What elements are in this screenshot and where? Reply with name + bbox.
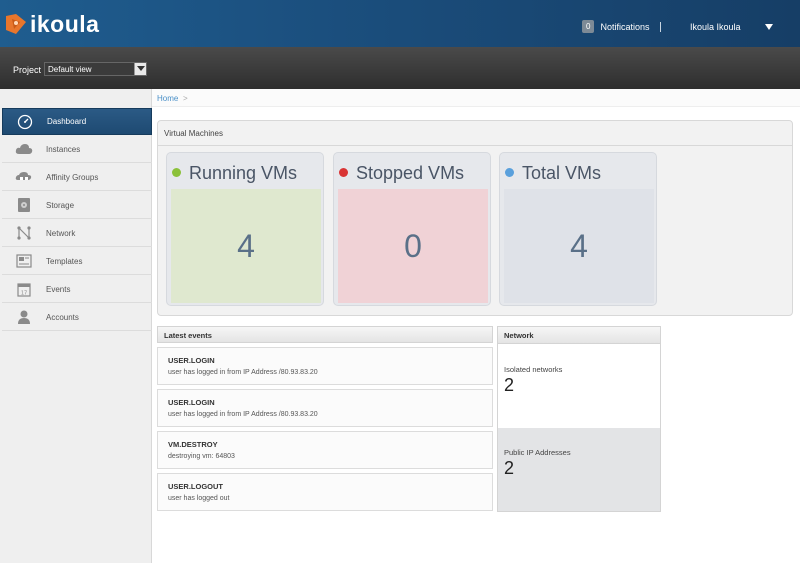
affinity-icon [15, 168, 33, 186]
status-dot-icon [505, 168, 514, 177]
sidebar-item-label: Accounts [46, 312, 79, 322]
card-title: Stopped VMs [356, 163, 465, 183]
panel-header: Network [498, 327, 660, 344]
panel-header: Latest events [157, 326, 493, 343]
card-value: 0 [404, 227, 422, 264]
logo[interactable]: ikoula [4, 8, 99, 40]
breadcrumb-separator: > [183, 94, 188, 103]
sidebar-item-label: Events [46, 284, 71, 294]
total-vms-card[interactable]: Total VMs 4 [499, 152, 657, 306]
event-title: USER.LOGOUT [168, 482, 224, 491]
user-menu-name[interactable]: Ikoula Ikoula [690, 22, 741, 32]
cloud-icon [15, 140, 33, 158]
block-value: 2 [504, 375, 515, 395]
sidebar-item-affinity-groups[interactable]: Affinity Groups [2, 164, 152, 191]
card-value-box: 4 [504, 189, 654, 303]
panel-title: Network [504, 331, 534, 340]
notifications-label: Notifications [600, 21, 650, 32]
block-label: Isolated networks [504, 365, 563, 374]
sidebar-item-accounts[interactable]: Accounts [2, 304, 152, 331]
event-description: user has logged in from IP Address /80.9… [168, 369, 318, 376]
svg-text:17: 17 [21, 291, 27, 297]
block-label: Public IP Addresses [504, 448, 571, 457]
sidebar-item-label: Instances [46, 144, 81, 154]
card-value: 4 [570, 227, 588, 264]
sidebar: Dashboard Instances Affinity Groups Stor… [0, 89, 152, 563]
chevron-down-icon[interactable] [134, 63, 146, 75]
notifications-button[interactable]: 0 Notifications [582, 20, 649, 33]
breadcrumb-home-link[interactable]: Home [157, 94, 178, 103]
event-item[interactable]: VM.DESTROY destroying vm: 64803 [157, 431, 493, 469]
sidebar-item-label: Dashboard [47, 117, 87, 126]
card-title: Running VMs [189, 163, 298, 183]
card-value: 4 [237, 227, 255, 264]
sidebar-item-label: Affinity Groups [46, 172, 99, 182]
event-title: VM.DESTROY [168, 440, 218, 449]
status-dot-icon [339, 168, 348, 177]
sidebar-item-network[interactable]: Network [2, 220, 152, 247]
user-icon [15, 308, 33, 326]
project-label: Project [13, 65, 42, 75]
project-select[interactable]: Default view [44, 62, 147, 76]
event-item[interactable]: USER.LOGOUT user has logged out [157, 473, 493, 511]
top-header: ikoula 0 Notifications Ikoula Ikoula [0, 0, 800, 47]
running-vms-card[interactable]: Running VMs 4 [166, 152, 324, 306]
templates-icon [15, 252, 33, 270]
public-ip-addresses-block[interactable]: Public IP Addresses 2 [498, 428, 660, 511]
event-item[interactable]: USER.LOGIN user has logged in from IP Ad… [157, 347, 493, 385]
sidebar-item-label: Network [46, 228, 76, 238]
sidebar-item-label: Templates [46, 256, 83, 266]
event-title: USER.LOGIN [168, 356, 215, 365]
header-divider [660, 22, 661, 32]
card-title: Total VMs [522, 163, 602, 183]
block-value: 2 [504, 458, 515, 478]
sidebar-item-storage[interactable]: Storage [2, 192, 152, 219]
event-title: USER.LOGIN [168, 398, 215, 407]
status-dot-icon [172, 168, 181, 177]
event-description: user has logged in from IP Address /80.9… [168, 411, 318, 418]
ikoula-logo-icon [4, 12, 28, 36]
breadcrumb: Home > [152, 89, 800, 107]
panel-title: Latest events [164, 331, 212, 340]
project-select-value: Default view [48, 65, 92, 74]
latest-events-panel: Latest events USER.LOGIN user has logged… [157, 326, 493, 512]
card-value-box: 0 [338, 189, 488, 303]
event-description: destroying vm: 64803 [168, 453, 235, 460]
logo-text: ikoula [30, 10, 100, 37]
sidebar-item-label: Storage [46, 200, 75, 210]
isolated-networks-block[interactable]: Isolated networks 2 [498, 345, 660, 428]
network-icon [15, 224, 33, 242]
chevron-down-icon[interactable] [765, 24, 773, 30]
sidebar-item-dashboard[interactable]: Dashboard [2, 108, 152, 135]
stopped-vms-card[interactable]: Stopped VMs 0 [333, 152, 491, 306]
sidebar-item-events[interactable]: 17 Events [2, 276, 152, 303]
panel-title: Virtual Machines [164, 129, 223, 138]
panel-divider [158, 145, 792, 146]
storage-icon [15, 196, 33, 214]
card-value-box: 4 [171, 189, 321, 303]
sidebar-item-instances[interactable]: Instances [2, 136, 152, 163]
dashboard-icon [16, 113, 34, 131]
notifications-count-badge: 0 [582, 20, 595, 33]
event-item[interactable]: USER.LOGIN user has logged in from IP Ad… [157, 389, 493, 427]
event-description: user has logged out [168, 495, 230, 502]
calendar-icon: 17 [15, 280, 33, 298]
network-panel: Network Isolated networks 2 Public IP Ad… [497, 326, 661, 512]
sidebar-item-templates[interactable]: Templates [2, 248, 152, 275]
